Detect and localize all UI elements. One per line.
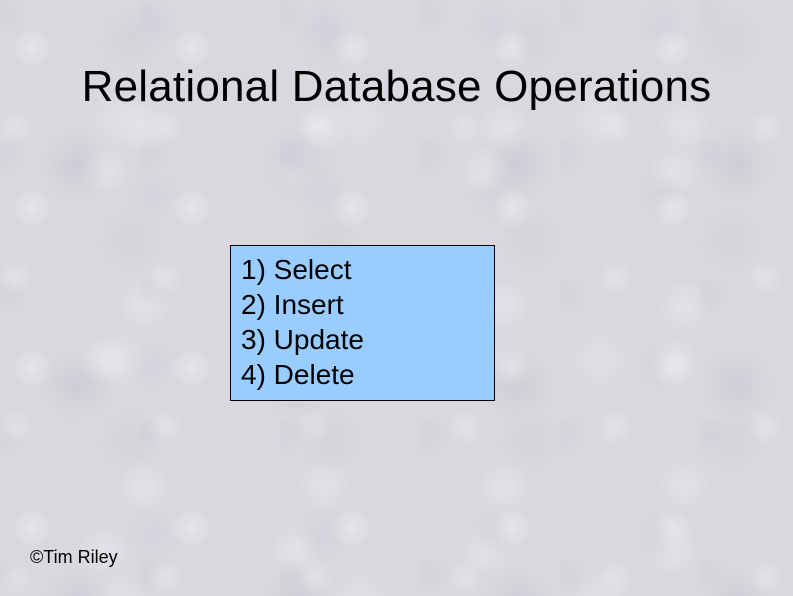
operation-item: 1) Select — [241, 252, 484, 287]
operations-box: 1) Select 2) Insert 3) Update 4) Delete — [230, 245, 495, 401]
operation-item: 2) Insert — [241, 287, 484, 322]
operation-item: 4) Delete — [241, 357, 484, 392]
copyright-text: ©Tim Riley — [30, 547, 118, 568]
slide-title: Relational Database Operations — [0, 62, 793, 112]
operation-item: 3) Update — [241, 322, 484, 357]
